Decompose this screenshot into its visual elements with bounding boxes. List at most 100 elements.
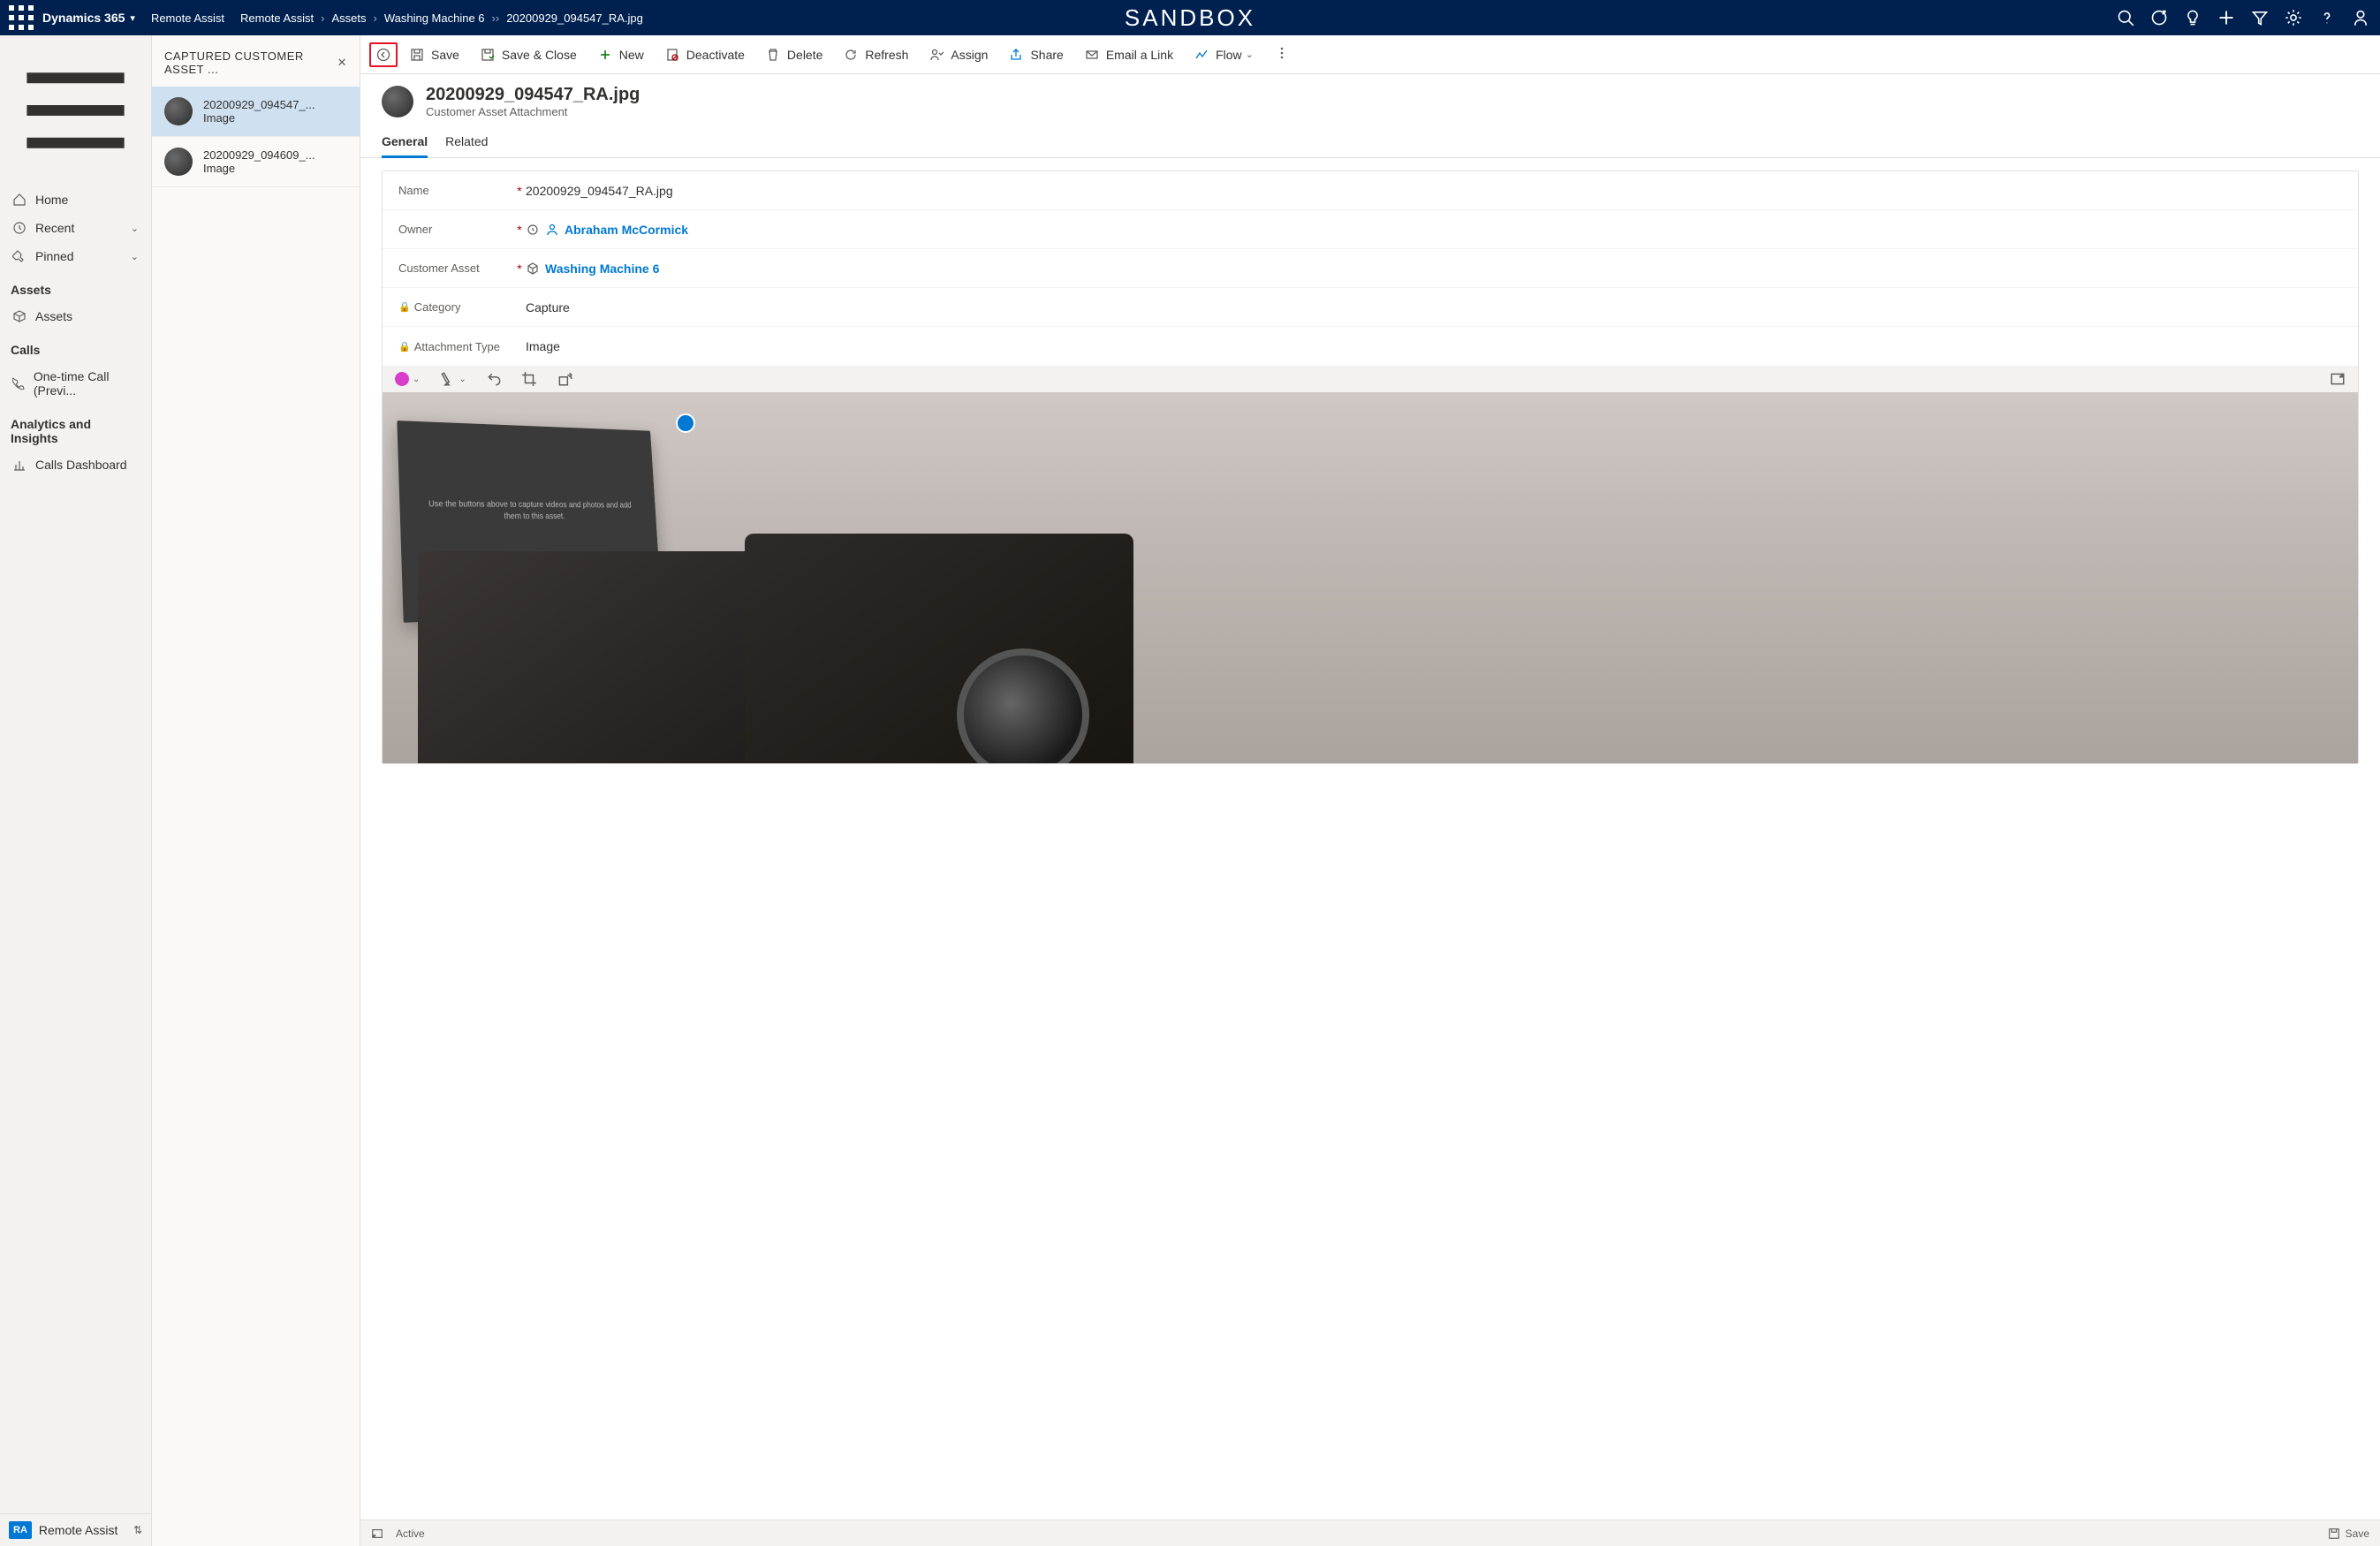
chart-icon bbox=[12, 458, 27, 472]
field-customer-asset[interactable]: Customer Asset * Washing Machine 6 bbox=[383, 249, 2358, 288]
tab-related[interactable]: Related bbox=[445, 129, 488, 157]
home-icon bbox=[12, 193, 27, 207]
crop-button[interactable] bbox=[521, 371, 537, 387]
field-owner-value[interactable]: Abraham McCormick bbox=[526, 223, 2342, 237]
expand-button[interactable] bbox=[2330, 371, 2346, 387]
deactivate-label: Deactivate bbox=[686, 48, 745, 62]
close-icon[interactable]: ✕ bbox=[337, 56, 347, 70]
refresh-label: Refresh bbox=[865, 48, 908, 62]
phone-icon bbox=[12, 376, 25, 390]
breadcrumb-l1[interactable]: Remote Assist bbox=[240, 11, 314, 25]
field-category: 🔒Category Capture bbox=[383, 288, 2358, 327]
list-panel-header: CAPTURED CUSTOMER ASSET ... ✕ bbox=[152, 35, 360, 87]
save-button[interactable]: Save bbox=[401, 42, 468, 67]
nav-calls-dashboard[interactable]: Calls Dashboard bbox=[0, 451, 151, 479]
help-icon[interactable] bbox=[2318, 9, 2336, 27]
breadcrumb-app[interactable]: Remote Assist bbox=[151, 11, 224, 25]
save-close-button[interactable]: Save & Close bbox=[472, 42, 586, 67]
list-panel: CAPTURED CUSTOMER ASSET ... ✕ 20200929_0… bbox=[152, 35, 360, 1546]
list-item-subtitle: Image bbox=[203, 111, 315, 125]
delete-button[interactable]: Delete bbox=[757, 42, 831, 67]
list-thumbnail bbox=[164, 148, 193, 176]
nav-recent[interactable]: Recent ⌄ bbox=[0, 214, 151, 242]
assign-button[interactable]: Assign bbox=[921, 42, 997, 67]
trash-icon bbox=[766, 48, 780, 62]
clock-icon bbox=[12, 221, 27, 235]
gear-icon[interactable] bbox=[2285, 9, 2302, 27]
lock-icon: 🔒 bbox=[398, 341, 411, 352]
new-button[interactable]: New bbox=[589, 42, 653, 67]
nav-calls-header: Calls bbox=[0, 330, 151, 362]
chevron-down-icon[interactable]: ▾ bbox=[130, 12, 135, 24]
annotate-button[interactable]: ⌄ bbox=[439, 371, 466, 387]
left-nav: Home Recent ⌄ Pinned ⌄ Assets Assets Cal… bbox=[0, 35, 152, 1546]
field-owner[interactable]: Owner * Abraham McCormick bbox=[383, 210, 2358, 249]
flow-icon bbox=[1194, 48, 1209, 62]
field-asset-value[interactable]: Washing Machine 6 bbox=[526, 261, 2342, 276]
refresh-button[interactable]: Refresh bbox=[835, 42, 917, 67]
nav-home[interactable]: Home bbox=[0, 186, 151, 214]
breadcrumb-l3[interactable]: Washing Machine 6 bbox=[384, 11, 485, 25]
nav-pinned[interactable]: Pinned ⌄ bbox=[0, 242, 151, 270]
field-name[interactable]: Name * 20200929_094547_RA.jpg bbox=[383, 171, 2358, 210]
record-subtitle: Customer Asset Attachment bbox=[426, 105, 640, 118]
app-badge: RA bbox=[9, 1521, 32, 1539]
breadcrumb-l2[interactable]: Assets bbox=[331, 11, 366, 25]
filter-icon[interactable] bbox=[2251, 9, 2269, 27]
more-commands-button[interactable] bbox=[1270, 41, 1294, 68]
field-attach-value: Image bbox=[526, 339, 2342, 353]
list-item-title: 20200929_094609_... bbox=[203, 148, 315, 162]
nav-calls-dashboard-label: Calls Dashboard bbox=[35, 458, 127, 472]
lightbulb-icon[interactable] bbox=[2184, 9, 2202, 27]
nav-footer[interactable]: RA Remote Assist ⇅ bbox=[0, 1513, 151, 1546]
save-small-icon bbox=[2328, 1527, 2340, 1540]
assign-label: Assign bbox=[951, 48, 988, 62]
main-content: Save Save & Close New Deactivate Delete … bbox=[360, 35, 2380, 1546]
chevron-down-icon: ⌄ bbox=[131, 223, 139, 234]
nav-onetime-call[interactable]: One-time Call (Previ... bbox=[0, 362, 151, 405]
brand-label[interactable]: Dynamics 365 bbox=[42, 11, 125, 25]
pin-marker-icon bbox=[676, 413, 695, 433]
list-item[interactable]: 20200929_094609_... Image bbox=[152, 137, 360, 187]
deactivate-button[interactable]: Deactivate bbox=[656, 42, 754, 67]
breadcrumb: Remote Assist Remote Assist › Assets › W… bbox=[151, 11, 643, 25]
expand-statusbar-icon[interactable] bbox=[371, 1527, 383, 1540]
list-thumbnail bbox=[164, 97, 193, 125]
save-close-icon bbox=[481, 48, 495, 62]
plus-icon[interactable] bbox=[2217, 9, 2235, 27]
app-launcher-icon[interactable] bbox=[7, 4, 35, 32]
lock-icon: 🔒 bbox=[398, 301, 411, 313]
undo-button[interactable] bbox=[486, 371, 502, 387]
list-panel-title: CAPTURED CUSTOMER ASSET ... bbox=[164, 49, 337, 76]
deactivate-icon bbox=[665, 48, 679, 62]
record-title: 20200929_094547_RA.jpg bbox=[426, 85, 640, 105]
cube-small-icon bbox=[526, 261, 540, 276]
record-thumbnail bbox=[382, 86, 413, 117]
save-icon bbox=[410, 48, 424, 62]
list-item[interactable]: 20200929_094547_... Image bbox=[152, 87, 360, 137]
tab-general[interactable]: General bbox=[382, 129, 428, 157]
chevron-down-icon: ⌄ bbox=[131, 251, 139, 262]
person-icon[interactable] bbox=[2352, 9, 2369, 27]
statusbar-save-button[interactable]: Save bbox=[2328, 1527, 2369, 1540]
washing-machine-door bbox=[957, 648, 1089, 763]
list-item-title: 20200929_094547_... bbox=[203, 98, 315, 111]
highlighted-back-button[interactable] bbox=[369, 42, 398, 67]
email-link-button[interactable]: Email a Link bbox=[1076, 42, 1182, 67]
hamburger-icon[interactable] bbox=[0, 35, 151, 186]
save-close-label: Save & Close bbox=[502, 48, 577, 62]
share-button[interactable]: Share bbox=[1000, 42, 1072, 67]
nav-assets[interactable]: Assets bbox=[0, 302, 151, 330]
breadcrumb-l4[interactable]: 20200929_094547_RA.jpg bbox=[506, 11, 643, 25]
nav-recent-label: Recent bbox=[35, 221, 74, 235]
assign-icon bbox=[929, 48, 944, 62]
color-picker-button[interactable]: ⌄ bbox=[395, 372, 420, 386]
flow-button[interactable]: Flow ⌄ bbox=[1186, 42, 1262, 67]
marker-icon bbox=[439, 371, 455, 387]
target-icon[interactable] bbox=[2150, 9, 2168, 27]
rotate-button[interactable] bbox=[557, 371, 572, 387]
sandbox-label: SANDBOX bbox=[1125, 4, 1255, 32]
email-label: Email a Link bbox=[1106, 48, 1173, 62]
search-icon[interactable] bbox=[2117, 9, 2134, 27]
image-preview[interactable]: Use the buttons above to capture videos … bbox=[383, 392, 2358, 763]
